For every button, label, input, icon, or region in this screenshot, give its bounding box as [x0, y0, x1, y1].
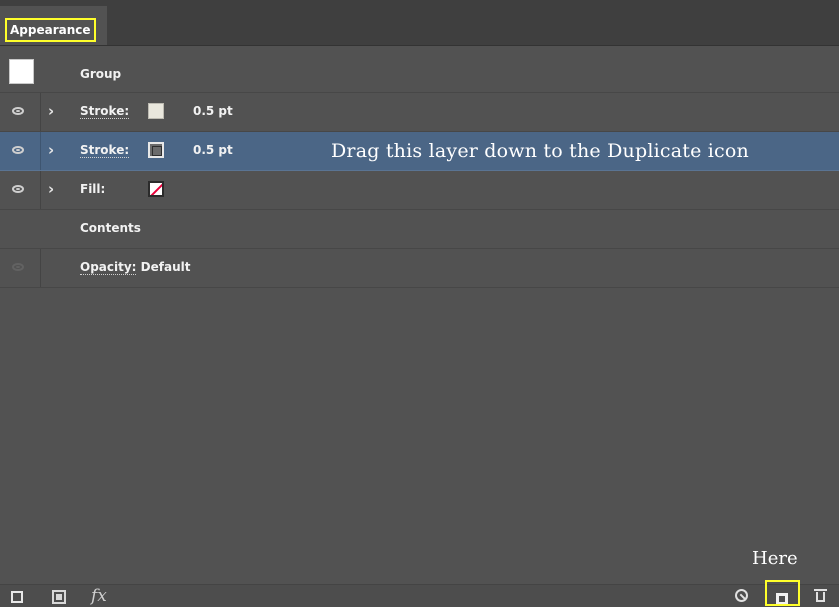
- bottom-toolbar: fx: [0, 584, 839, 607]
- stroke-row-1[interactable]: › Stroke: 0.5 pt: [0, 93, 839, 132]
- fx-icon[interactable]: fx: [91, 586, 107, 606]
- group-label: Group: [80, 67, 122, 81]
- visibility-toggle-fill[interactable]: [0, 171, 41, 209]
- contents-spacer: [0, 210, 40, 248]
- group-row[interactable]: Group: [0, 46, 839, 93]
- eye-icon: [12, 146, 24, 154]
- stroke-label-2[interactable]: Stroke:: [80, 143, 130, 158]
- opacity-line: Opacity: Default: [80, 260, 191, 275]
- drag-hint-annotation: Drag this layer down to the Duplicate ic…: [331, 140, 749, 162]
- eye-icon: [12, 263, 24, 271]
- stroke-label-1[interactable]: Stroke:: [80, 104, 130, 119]
- expand-chevron-icon[interactable]: ›: [48, 141, 54, 159]
- trash-icon[interactable]: [814, 589, 827, 603]
- tab-bar: Appearance: [0, 0, 839, 46]
- stroke-row-2[interactable]: › Stroke: 0.5 pt Drag this layer down to…: [0, 132, 839, 171]
- fill-row[interactable]: › Fill:: [0, 171, 839, 210]
- new-art-icon[interactable]: [11, 591, 23, 603]
- eye-icon: [12, 107, 24, 115]
- fill-none-swatch[interactable]: [148, 181, 164, 197]
- duplicate-highlight-box: [765, 580, 800, 606]
- visibility-toggle-stroke-1[interactable]: [0, 93, 41, 131]
- stroke-color-swatch-1[interactable]: [148, 103, 164, 119]
- layer-icon[interactable]: [52, 590, 66, 604]
- tab-appearance[interactable]: Appearance: [0, 6, 107, 45]
- stroke-weight-1[interactable]: 0.5 pt: [193, 104, 233, 118]
- expand-chevron-icon[interactable]: ›: [48, 180, 54, 198]
- stroke-color-swatch-2[interactable]: [148, 142, 164, 158]
- opacity-label[interactable]: Opacity:: [80, 260, 137, 275]
- here-annotation: Here: [752, 548, 798, 569]
- opacity-row[interactable]: Opacity: Default: [0, 249, 839, 288]
- visibility-toggle-opacity[interactable]: [0, 249, 41, 287]
- appearance-panel: Appearance Group › Stroke: 0.5 pt › Stro…: [0, 0, 839, 607]
- eye-icon: [12, 185, 24, 193]
- clear-appearance-icon[interactable]: [735, 589, 748, 602]
- group-thumb-column: [0, 46, 40, 92]
- fill-label: Fill:: [80, 182, 106, 196]
- opacity-value[interactable]: Default: [141, 260, 191, 274]
- contents-row[interactable]: Contents: [0, 210, 839, 249]
- expand-chevron-icon[interactable]: ›: [48, 102, 54, 120]
- contents-label: Contents: [80, 221, 141, 235]
- stroke-weight-2[interactable]: 0.5 pt: [193, 143, 233, 157]
- tab-appearance-label: Appearance: [5, 18, 96, 42]
- visibility-toggle-stroke-2[interactable]: [0, 132, 41, 170]
